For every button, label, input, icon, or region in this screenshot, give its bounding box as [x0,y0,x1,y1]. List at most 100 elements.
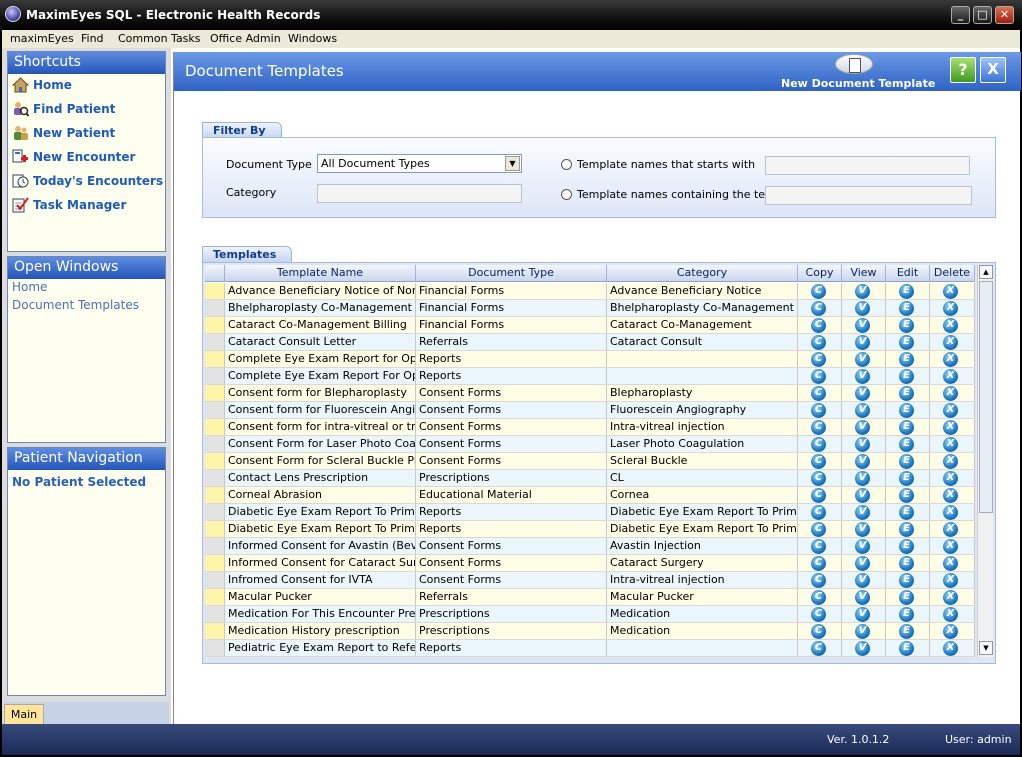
delete-icon[interactable]: X [943,505,958,520]
edit-icon[interactable]: E [899,335,914,350]
table-row[interactable]: Diabetic Eye Exam Report To Primar Report… [205,521,975,538]
view-icon[interactable]: V [855,590,870,605]
table-row[interactable]: Bhelpharoplasty Co-Management Bill Financ… [205,300,975,317]
view-icon[interactable]: V [855,420,870,435]
edit-icon[interactable]: E [899,539,914,554]
view-icon[interactable]: V [855,386,870,401]
copy-icon[interactable]: C [811,386,826,401]
row-selector[interactable] [205,504,225,520]
delete-icon[interactable]: X [943,352,958,367]
edit-icon[interactable]: E [899,624,914,639]
row-selector[interactable] [205,385,225,401]
edit-icon[interactable]: E [899,607,914,622]
table-row[interactable]: Informed Consent for Avastin (Beva Consen… [205,538,975,555]
edit-icon[interactable]: E [899,318,914,333]
table-row[interactable]: Advance Beneficiary Notice of Non c Finan… [205,283,975,300]
row-selector[interactable] [205,572,225,588]
copy-icon[interactable]: C [811,488,826,503]
new-document-template-button[interactable]: New Document Template [781,77,935,90]
scroll-thumb[interactable] [979,281,993,513]
delete-icon[interactable]: X [943,488,958,503]
edit-icon[interactable]: E [899,522,914,537]
delete-icon[interactable]: X [943,301,958,316]
row-selector[interactable] [205,470,225,486]
open-window-document-templates[interactable]: Document Templates [8,297,165,315]
edit-icon[interactable]: E [899,505,914,520]
row-selector[interactable] [205,419,225,435]
row-selector[interactable] [205,334,225,350]
edit-icon[interactable]: E [899,471,914,486]
scroll-down-icon[interactable]: ▼ [979,641,993,655]
header-category[interactable]: Category [607,265,798,282]
edit-icon[interactable]: E [899,352,914,367]
table-row[interactable]: Informed Consent for Cataract Surg Consen… [205,555,975,572]
table-row[interactable]: Medication History prescription Prescript… [205,623,975,640]
delete-icon[interactable]: X [943,318,958,333]
menu-maximeyes[interactable]: maximEyes [10,32,74,45]
delete-icon[interactable]: X [943,386,958,401]
table-row[interactable]: Corneal Abrasion Educational Material Corn… [205,487,975,504]
view-icon[interactable]: V [855,454,870,469]
contains-radio[interactable] [561,189,572,200]
scroll-up-icon[interactable]: ▲ [979,265,993,279]
edit-icon[interactable]: E [899,284,914,299]
view-icon[interactable]: V [855,352,870,367]
view-icon[interactable]: V [855,539,870,554]
delete-icon[interactable]: X [943,590,958,605]
row-selector[interactable] [205,351,225,367]
shortcut-todays-encounters[interactable]: Today's Encounters [8,170,165,194]
edit-icon[interactable]: E [899,369,914,384]
menu-find[interactable]: Find [81,32,104,45]
edit-icon[interactable]: E [899,403,914,418]
delete-icon[interactable]: X [943,556,958,571]
view-icon[interactable]: V [855,335,870,350]
starts-with-radio[interactable] [561,159,572,170]
view-icon[interactable]: V [855,437,870,452]
copy-icon[interactable]: C [811,284,826,299]
row-selector[interactable] [205,368,225,384]
copy-icon[interactable]: C [811,590,826,605]
delete-icon[interactable]: X [943,624,958,639]
table-row[interactable]: Cataract Co-Management Billing Financial … [205,317,975,334]
menu-common-tasks[interactable]: Common Tasks [118,32,201,45]
view-icon[interactable]: V [855,284,870,299]
copy-icon[interactable]: C [811,437,826,452]
shortcut-home[interactable]: Home [8,74,165,98]
copy-icon[interactable]: C [811,539,826,554]
edit-icon[interactable]: E [899,437,914,452]
view-icon[interactable]: V [855,522,870,537]
copy-icon[interactable]: C [811,641,826,656]
row-selector[interactable] [205,521,225,537]
table-row[interactable]: Consent form for intra-vitreal or tran Co… [205,419,975,436]
view-icon[interactable]: V [855,369,870,384]
table-row[interactable]: Medication For This Encounter Presc Presc… [205,606,975,623]
delete-icon[interactable]: X [943,420,958,435]
view-icon[interactable]: V [855,641,870,656]
delete-icon[interactable]: X [943,607,958,622]
view-icon[interactable]: V [855,624,870,639]
help-button[interactable]: ? [950,57,976,83]
delete-icon[interactable]: X [943,471,958,486]
edit-icon[interactable]: E [899,454,914,469]
grid-scrollbar[interactable]: ▲ ▼ [977,265,993,657]
row-selector[interactable] [205,453,225,469]
copy-icon[interactable]: C [811,624,826,639]
row-selector[interactable] [205,436,225,452]
chevron-down-icon[interactable]: ▼ [505,156,520,171]
document-type-select[interactable]: All Document Types ▼ [317,154,522,173]
edit-icon[interactable]: E [899,641,914,656]
view-icon[interactable]: V [855,318,870,333]
delete-icon[interactable]: X [943,522,958,537]
row-selector[interactable] [205,317,225,333]
delete-icon[interactable]: X [943,437,958,452]
close-page-button[interactable]: X [980,57,1006,83]
shortcut-find-patient[interactable]: Find Patient [8,98,165,122]
row-selector[interactable] [205,538,225,554]
delete-icon[interactable]: X [943,335,958,350]
edit-icon[interactable]: E [899,556,914,571]
edit-icon[interactable]: E [899,488,914,503]
minimize-button[interactable]: _ [951,6,970,24]
copy-icon[interactable]: C [811,522,826,537]
shortcut-new-encounter[interactable]: New Encounter [8,146,165,170]
starts-with-input[interactable] [765,156,970,175]
